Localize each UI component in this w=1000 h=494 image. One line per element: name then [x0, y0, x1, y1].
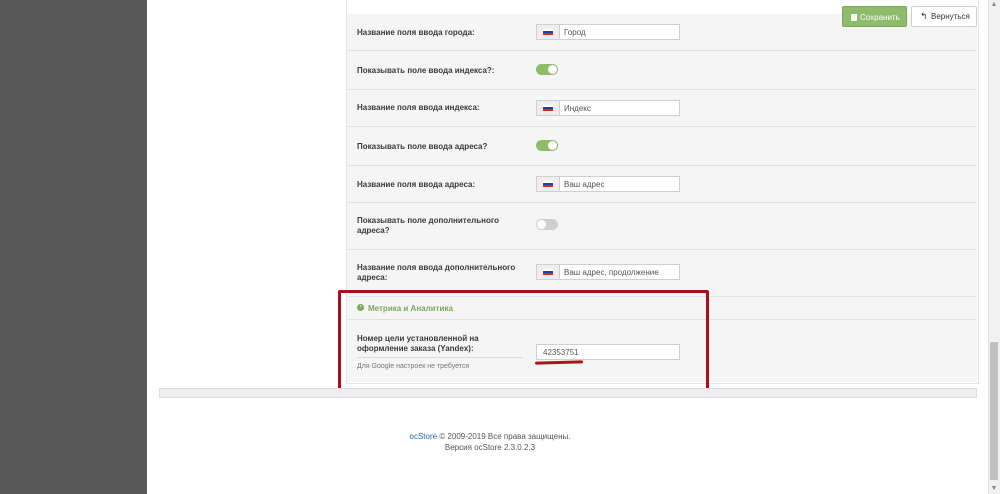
- city-name-input[interactable]: Город: [536, 24, 680, 40]
- russian-flag-icon: [537, 177, 560, 191]
- save-button-label: Сохранить: [860, 13, 900, 22]
- copyright-text: © 2009-2019 Все права защищены.: [437, 432, 571, 441]
- show-address-label: Показывать поле ввода адреса?: [357, 142, 488, 151]
- version-text: Версия ocStore 2.3.0.2.3: [444, 443, 536, 452]
- russian-flag-icon: [537, 265, 560, 279]
- show-postcode-label: Показывать поле ввода индекса?:: [357, 66, 495, 75]
- postcode-name-input[interactable]: Индекс: [536, 100, 680, 116]
- toggle-knob: [537, 220, 546, 229]
- red-highlight-box: [338, 290, 709, 397]
- show-address-row: Показывать поле ввода адреса?: [347, 127, 977, 166]
- address2-name-label: Название поля ввода дополнительного адре…: [357, 263, 516, 282]
- save-button[interactable]: Сохранить: [842, 6, 907, 27]
- show-address2-row: Показывать поле дополнительного адреса?: [347, 203, 977, 250]
- floppy-icon: [851, 14, 857, 21]
- address2-name-input[interactable]: Ваш адрес, продолжение: [536, 264, 680, 280]
- address-name-row: Название поля ввода адреса: Ваш адрес: [347, 166, 977, 203]
- russian-flag-icon: [537, 101, 560, 115]
- reply-arrow-icon: ↰: [920, 11, 928, 21]
- address-name-value: Ваш адрес: [564, 180, 605, 189]
- toggle-knob: [548, 65, 557, 74]
- show-postcode-row: Показывать поле ввода индекса?:: [347, 51, 977, 90]
- back-button-label: Вернуться: [931, 12, 970, 21]
- russian-flag-icon: [537, 25, 560, 39]
- toggle-knob: [548, 141, 557, 150]
- address-name-input[interactable]: Ваш адрес: [536, 176, 680, 192]
- footer: ocStore © 2009-2019 Все права защищены. …: [300, 431, 680, 453]
- footer-bar: [159, 388, 977, 398]
- show-address2-label: Показывать поле дополнительного адреса?: [357, 216, 499, 235]
- footer-copyright-line: ocStore © 2009-2019 Все права защищены.: [300, 431, 680, 442]
- show-postcode-toggle[interactable]: [536, 64, 558, 75]
- scroll-down-icon[interactable]: ▼: [990, 485, 998, 493]
- address-name-label: Название поля ввода адреса:: [357, 180, 476, 189]
- city-name-value: Город: [564, 28, 586, 37]
- postcode-name-row: Название поля ввода индекса: Индекс: [347, 90, 977, 127]
- city-name-label: Название поля ввода города:: [357, 28, 475, 37]
- left-sidebar-background: [0, 0, 147, 494]
- scrollbar-thumb[interactable]: [990, 342, 998, 480]
- postcode-name-label: Название поля ввода индекса:: [357, 103, 480, 112]
- address2-name-value: Ваш адрес, продолжение: [564, 268, 659, 277]
- postcode-name-value: Индекс: [564, 104, 591, 113]
- show-address-toggle[interactable]: [536, 140, 558, 151]
- ocstore-link[interactable]: ocStore: [410, 432, 438, 441]
- scroll-up-icon[interactable]: ▲: [990, 1, 998, 9]
- back-button[interactable]: ↰ Вернуться: [911, 6, 977, 27]
- show-address2-toggle[interactable]: [536, 219, 558, 230]
